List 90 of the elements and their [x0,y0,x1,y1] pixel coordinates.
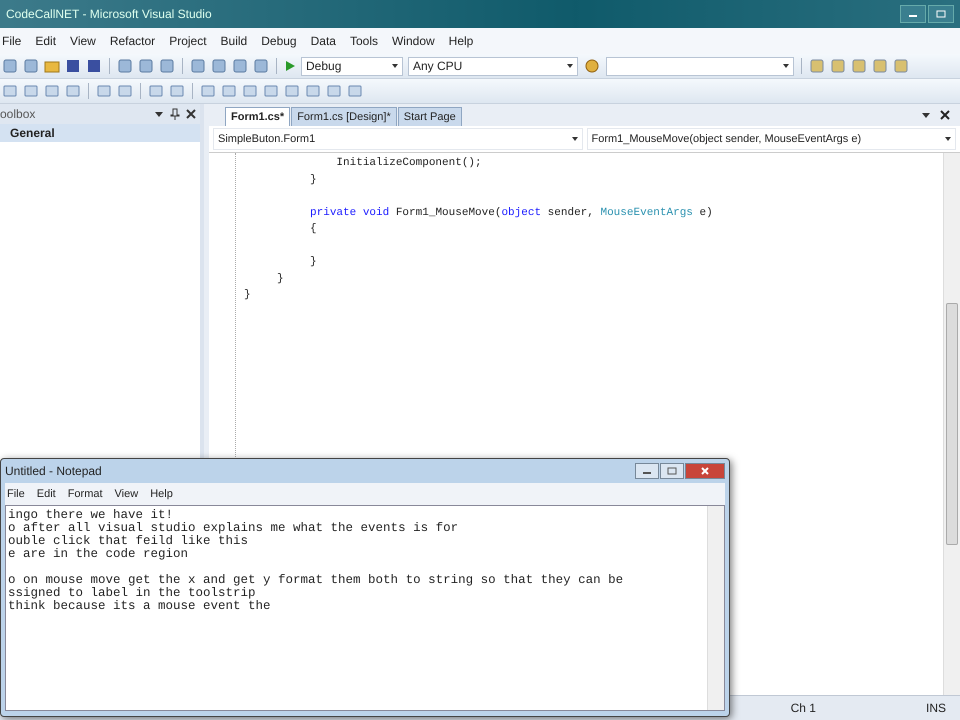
play-icon[interactable] [284,58,296,74]
menu-item[interactable]: Refactor [110,34,156,48]
close-icon[interactable] [186,109,196,119]
toolbar-icon[interactable] [830,58,846,74]
toolbar-icon[interactable] [809,58,825,74]
text-line: ouble click that feild like this [8,535,248,548]
document-tab[interactable]: Form1.cs [Design]* [291,107,397,126]
toolbar-icon[interactable] [893,58,909,74]
menu-item[interactable]: Window [392,34,435,48]
menu-item[interactable]: Project [169,34,207,48]
window-title: CodeCallNET - Microsoft Visual Studio [6,7,212,21]
menu-item[interactable]: Edit [35,34,56,48]
text-line: o after all visual studio explains me what the events is for [8,522,458,535]
menu-item[interactable]: View [114,488,138,500]
panel-title: oolbox [0,107,36,121]
find-dropdown[interactable] [606,56,794,76]
close-icon[interactable] [940,110,950,120]
code-line: { [309,222,317,237]
menu-item[interactable]: Format [68,488,103,500]
toolbar-icon[interactable] [138,58,154,74]
toolbar-icon[interactable] [221,83,237,99]
toolbar-icon[interactable] [263,83,279,99]
toolbar-icon[interactable] [305,83,321,99]
toolbar-icon[interactable] [232,58,248,74]
vertical-scrollbar[interactable] [707,506,724,710]
code-line: } [309,255,317,270]
status-text: Ch 1 [790,701,816,715]
minimize-button[interactable] [900,5,926,23]
document-tab[interactable]: Form1.cs* [225,107,290,126]
text-line: think because its a mouse event the [8,600,271,613]
menu-item[interactable]: Debug [261,34,297,48]
menu-item[interactable]: Data [310,34,336,48]
dropdown-icon[interactable] [921,110,931,120]
toolbar-icon[interactable] [169,83,185,99]
toolbox-group[interactable]: General [0,124,200,142]
menu-item[interactable]: File [7,488,25,500]
text-line: e are in the code region [8,548,188,561]
maximize-icon [667,467,677,475]
code-line: private void Form1_MouseMove(object sender, MouseEventArgs e) [309,206,713,220]
maximize-button[interactable] [660,463,684,479]
close-icon [700,467,710,475]
toolbar-icon[interactable] [242,83,258,99]
window-title: Untitled - Notepad [5,464,102,478]
toolbar-icon[interactable] [117,58,133,74]
toolbar-icon[interactable] [65,83,81,99]
toolbar-icon[interactable] [190,58,206,74]
toolbar-icon[interactable] [23,58,39,74]
toolbar-icon[interactable] [211,58,227,74]
menu-item[interactable]: File [2,34,22,48]
toolbar-icon[interactable] [44,83,60,99]
code-line: } [244,288,251,303]
toolbar-icon[interactable] [2,58,18,74]
minimize-button[interactable] [635,463,659,479]
menu-item[interactable]: View [70,34,96,48]
configuration-dropdown[interactable]: Debug [301,56,403,76]
code-line: } [276,272,284,286]
menu-item[interactable]: Tools [350,34,378,48]
menu-item[interactable]: Help [150,488,173,500]
class-dropdown[interactable]: SimpleButon.Form1 [213,128,582,150]
text-line: o on mouse move get the x and get y format them both to string so that they can be [8,574,624,587]
toolbar-icon[interactable] [117,83,133,99]
pin-icon[interactable] [170,108,180,120]
platform-dropdown[interactable]: Any CPU [408,56,578,76]
toolbar-icon[interactable] [2,83,18,99]
toolbar-icon[interactable] [253,58,269,74]
menu-item[interactable]: Help [448,34,474,48]
toolbar-icon[interactable] [148,83,164,99]
toolbar-icon[interactable] [872,58,888,74]
maximize-icon [936,10,946,18]
close-button[interactable] [685,463,725,479]
document-tab[interactable]: Start Page [398,107,462,126]
menu-item[interactable]: Build [220,34,248,48]
member-dropdown[interactable]: Form1_MouseMove(object sender, MouseEventArgs e) [586,128,956,150]
toolbar-icon[interactable] [347,83,363,99]
toolbar-icon[interactable] [159,58,175,74]
text-line: ssigned to label in the toolstrip [8,587,256,600]
dropdown-icon[interactable] [154,109,164,119]
toolbar-icon[interactable] [23,83,39,99]
maximize-button[interactable] [928,5,954,23]
toolbar-icon[interactable] [326,83,342,99]
toolbar-icon[interactable] [200,83,216,99]
code-line: InitializeComponent(); [335,156,482,171]
text-line: ingo there we have it! [8,509,174,522]
menu-item[interactable]: Edit [36,488,56,500]
toolbar-icon[interactable] [96,83,112,99]
vertical-scrollbar[interactable] [943,153,960,695]
status-text: INS [926,701,946,715]
toolbar-icon[interactable] [284,83,300,99]
toolbar-icon[interactable] [851,58,867,74]
code-line: } [309,172,317,188]
